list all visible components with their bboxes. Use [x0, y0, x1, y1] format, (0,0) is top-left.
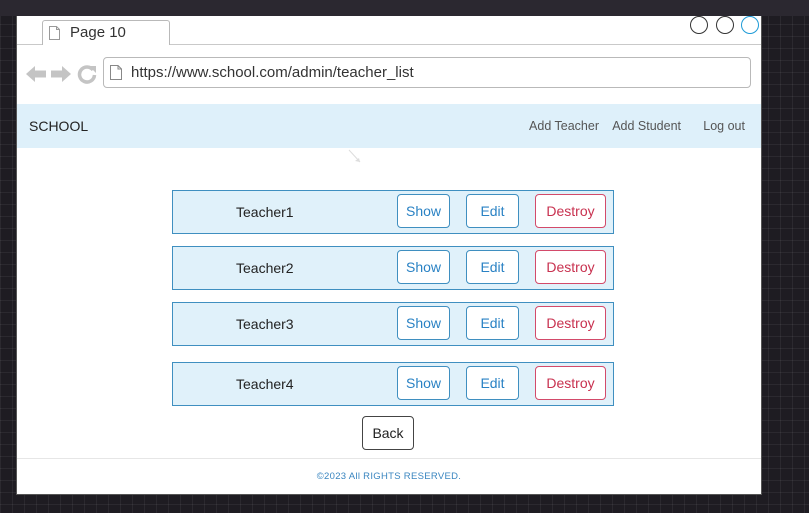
- nav-add-student-link[interactable]: Add Student: [612, 119, 681, 133]
- destroy-button[interactable]: Destroy: [535, 250, 606, 284]
- edit-button[interactable]: Edit: [466, 250, 519, 284]
- destroy-button[interactable]: Destroy: [535, 366, 606, 400]
- show-button[interactable]: Show: [397, 306, 450, 340]
- edit-button[interactable]: Edit: [466, 306, 519, 340]
- browser-tab[interactable]: Page 10: [42, 20, 170, 45]
- edit-button[interactable]: Edit: [466, 366, 519, 400]
- show-button[interactable]: Show: [397, 194, 450, 228]
- tab-title: Page 10: [70, 24, 126, 41]
- show-button[interactable]: Show: [397, 250, 450, 284]
- page-icon: [110, 65, 122, 80]
- nav-add-teacher-link[interactable]: Add Teacher: [529, 119, 599, 133]
- teacher-list: Teacher1 Show Edit Destroy Teacher2 Show…: [17, 148, 761, 458]
- nav-logout-link[interactable]: Log out: [703, 119, 745, 133]
- teacher-name: Teacher1: [236, 204, 294, 220]
- destroy-button[interactable]: Destroy: [535, 306, 606, 340]
- navigation-controls: [25, 64, 105, 86]
- reload-icon[interactable]: [77, 64, 97, 84]
- app-navbar: SCHOOL Add Teacher Add Student Log out: [17, 104, 761, 148]
- teacher-name: Teacher2: [236, 260, 294, 276]
- address-bar-area: https://www.school.com/admin/teacher_lis…: [17, 45, 761, 103]
- destroy-button[interactable]: Destroy: [535, 194, 606, 228]
- footer: ©2023 All RIGHTS RESERVED.: [17, 458, 761, 494]
- forward-arrow-icon[interactable]: [50, 64, 72, 84]
- tab-bar: Page 10: [17, 16, 761, 45]
- window-controls: [687, 16, 759, 34]
- teacher-row: Teacher4 Show Edit Destroy: [172, 362, 614, 406]
- cursor-arrow-icon: [348, 149, 361, 163]
- maximize-button[interactable]: [715, 16, 734, 34]
- edit-button[interactable]: Edit: [466, 194, 519, 228]
- teacher-name: Teacher4: [236, 376, 294, 392]
- teacher-row: Teacher2 Show Edit Destroy: [172, 246, 614, 290]
- canvas-top-strip: [0, 0, 809, 16]
- url-input[interactable]: https://www.school.com/admin/teacher_lis…: [103, 57, 751, 88]
- teacher-name: Teacher3: [236, 316, 294, 332]
- page-icon: [49, 26, 60, 40]
- teacher-row: Teacher1 Show Edit Destroy: [172, 190, 614, 234]
- back-arrow-icon[interactable]: [25, 64, 47, 84]
- close-button[interactable]: [741, 16, 759, 34]
- brand-logo-text[interactable]: SCHOOL: [29, 118, 88, 134]
- back-button[interactable]: Back: [362, 416, 414, 450]
- browser-window: Page 10 https://www.school.com/admin/tea…: [16, 16, 762, 495]
- copyright-text: ©2023 All RIGHTS RESERVED.: [316, 471, 462, 482]
- url-text: https://www.school.com/admin/teacher_lis…: [131, 64, 414, 81]
- minimize-button[interactable]: [690, 16, 709, 34]
- show-button[interactable]: Show: [397, 366, 450, 400]
- teacher-row: Teacher3 Show Edit Destroy: [172, 302, 614, 346]
